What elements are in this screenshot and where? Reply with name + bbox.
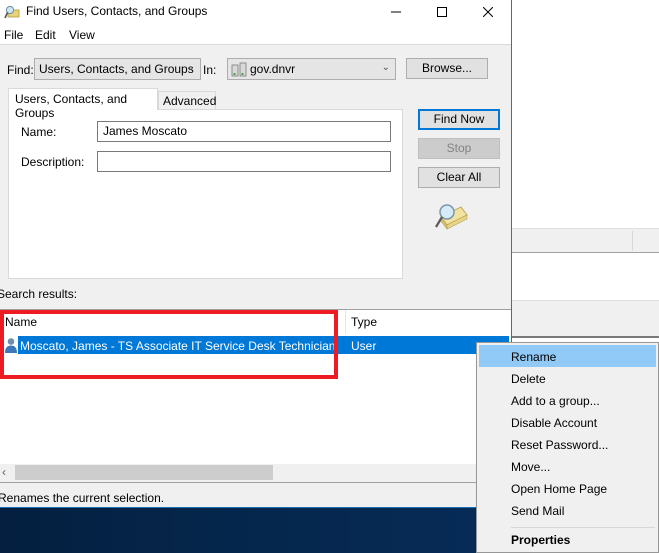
name-label: Name: <box>21 125 57 139</box>
search-animation-icon <box>435 204 468 230</box>
menu-item-label: Send Mail <box>511 504 565 518</box>
find-label: Find: <box>7 63 34 77</box>
maximize-icon <box>437 7 447 17</box>
menu-item-delete[interactable]: Delete <box>479 367 656 389</box>
menu-view[interactable]: View <box>69 28 95 42</box>
clear-all-button[interactable]: Clear All <box>418 167 500 188</box>
column-divider <box>632 231 633 251</box>
menu-item-label: Add to a group... <box>511 394 600 408</box>
menu-item-disable-account[interactable]: Disable Account <box>479 411 656 433</box>
column-header-type[interactable]: Type <box>351 315 377 329</box>
find-type-dropdown[interactable]: Users, Contacts, and Groups ⌄ <box>34 58 201 80</box>
menu-item-reset-password[interactable]: Reset Password... <box>479 433 656 455</box>
find-users-dialog: Find Users, Contacts, and Groups File Ed… <box>0 0 512 507</box>
in-domain-value: gov.dnvr <box>250 62 296 76</box>
menu-file[interactable]: File <box>4 28 23 42</box>
find-now-button[interactable]: Find Now <box>418 109 500 130</box>
menu-item-label: Delete <box>511 372 546 386</box>
close-button[interactable] <box>465 0 511 24</box>
title-bar: Find Users, Contacts, and Groups <box>0 0 511 24</box>
maximize-button[interactable] <box>419 0 465 24</box>
menu-item-send-mail[interactable]: Send Mail <box>479 499 656 521</box>
menu-item-label: Properties <box>511 533 571 547</box>
desktop-background <box>0 507 476 553</box>
close-icon <box>483 7 493 17</box>
tab-users-contacts-groups[interactable]: Users, Contacts, and Groups <box>8 88 158 120</box>
minimize-icon <box>391 11 401 13</box>
menu-item-rename[interactable]: Rename <box>479 345 656 367</box>
menu-item-label: Reset Password... <box>511 438 609 452</box>
background-window-header <box>512 228 659 253</box>
stop-button[interactable]: Stop <box>418 138 500 159</box>
horizontal-scrollbar[interactable]: ‹ <box>0 464 476 481</box>
context-menu: Rename Delete Add to a group... Disable … <box>476 342 659 553</box>
menu-item-label: Open Home Page <box>511 482 608 496</box>
menu-bar: File Edit View <box>0 24 511 45</box>
menu-item-open-home-page[interactable]: Open Home Page <box>479 477 656 499</box>
browse-button[interactable]: Browse... <box>406 58 488 79</box>
scroll-left-icon[interactable]: ‹ <box>2 465 6 479</box>
tab-advanced[interactable]: Advanced <box>158 91 216 110</box>
menu-item-properties[interactable]: Properties <box>479 528 656 550</box>
menu-item-add-to-group[interactable]: Add to a group... <box>479 389 656 411</box>
in-label: In: <box>203 63 217 77</box>
domain-icon <box>231 62 247 77</box>
find-type-value: Users, Contacts, and Groups <box>39 62 194 76</box>
menu-item-label: Rename <box>511 350 557 364</box>
in-domain-dropdown[interactable]: gov.dnvr ⌄ <box>227 58 396 80</box>
menu-item-label: Move... <box>511 460 551 474</box>
menu-item-move[interactable]: Move... <box>479 455 656 477</box>
status-text: Renames the current selection. <box>0 491 165 505</box>
annotation-highlight-box <box>0 310 338 379</box>
result-type[interactable]: User <box>351 339 376 353</box>
description-input[interactable] <box>97 151 391 172</box>
chevron-down-icon: ⌄ <box>186 62 195 73</box>
window-title: Find Users, Contacts, and Groups <box>26 4 208 18</box>
find-search-icon <box>4 5 20 19</box>
column-divider[interactable] <box>345 310 346 334</box>
name-input[interactable]: James Moscato <box>97 121 391 142</box>
chevron-down-icon: ⌄ <box>381 62 390 73</box>
status-bar: Renames the current selection. <box>0 482 476 507</box>
menu-item-label: Disable Account <box>511 416 598 430</box>
menu-edit[interactable]: Edit <box>35 28 56 42</box>
scrollbar-thumb[interactable] <box>15 465 273 480</box>
background-window-panel <box>512 300 659 338</box>
description-label: Description: <box>21 155 85 169</box>
search-results-label: Search results: <box>0 287 78 301</box>
minimize-button[interactable] <box>373 0 419 24</box>
